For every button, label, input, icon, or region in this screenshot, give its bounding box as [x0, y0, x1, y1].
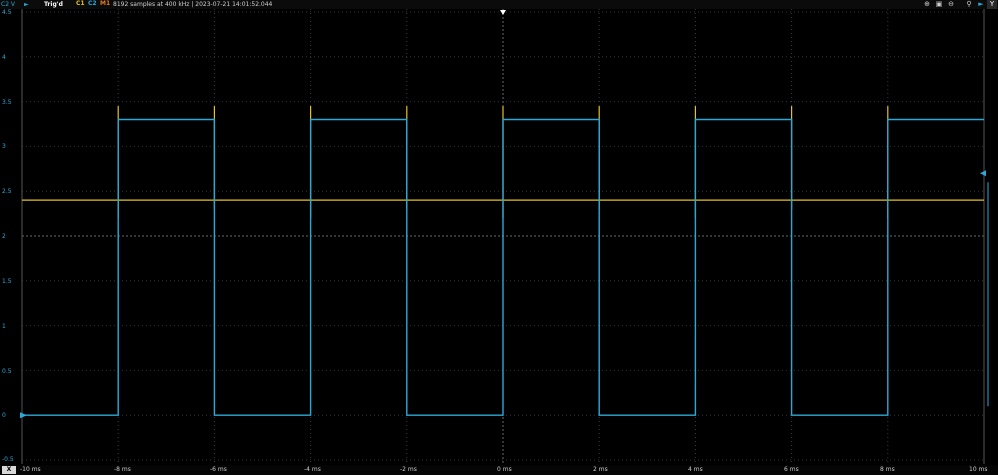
trigger-position-marker	[500, 10, 506, 15]
y-tick-label: 0	[2, 412, 6, 419]
x-tick-label: -2 ms	[400, 466, 417, 473]
x-tick-label: -4 ms	[304, 466, 321, 473]
x-tick-label: 8 ms	[880, 466, 895, 473]
y-tick-label: 2.5	[2, 188, 12, 195]
x-tick-label: 4 ms	[688, 466, 703, 473]
zoom-fit-icon[interactable]: ▣	[934, 0, 944, 9]
trigger-status: Trig'd	[44, 1, 63, 8]
play-icon[interactable]: ►	[24, 0, 29, 9]
x-tick-label: 10 ms	[969, 466, 988, 473]
channel-ground-marker	[20, 412, 27, 419]
zoom-out-icon[interactable]: ⊖	[946, 0, 956, 9]
y-tick-label: 4	[2, 54, 6, 61]
trigger-level-marker	[980, 170, 986, 177]
x-tick-label: 2 ms	[593, 466, 608, 473]
x-tick-label: -8 ms	[114, 466, 131, 473]
y-tick-label: 1.5	[2, 278, 12, 285]
y-tick-label: 1	[2, 323, 6, 330]
zoom-in-icon[interactable]: ⊕	[922, 0, 932, 9]
x-tick-label: 6 ms	[784, 466, 799, 473]
acquisition-info: 8192 samples at 400 kHz | 2023-07-21 14:…	[113, 1, 273, 8]
top-toolbar: C2 V ► Trig'd C1 C2 M1 8192 samples at 4…	[0, 0, 998, 9]
y-scale-label: C2 V	[1, 1, 16, 8]
y-tick-label: 3	[2, 143, 6, 150]
y-tick-label: 3.5	[2, 99, 12, 106]
x-tick-label: -6 ms	[210, 466, 227, 473]
waveform-plot[interactable]	[0, 0, 998, 465]
x-tick-label: -10 ms	[20, 466, 41, 473]
y-tick-label: 2	[2, 233, 6, 240]
y-tick-label: 0.5	[2, 368, 12, 375]
y-tick-label: 4.5	[2, 9, 12, 16]
right-arrow-icon[interactable]: ►	[976, 0, 986, 9]
x-axis-button[interactable]: X	[2, 466, 16, 474]
x-tick-label: 0 ms	[497, 466, 512, 473]
y-axis-button[interactable]: Y	[987, 0, 997, 9]
cursor-icon[interactable]: ⚲	[964, 0, 974, 9]
y-tick-label: -0.5	[2, 456, 14, 463]
x-axis-bar: X -10 ms -8 ms -6 ms -4 ms -2 ms 0 ms 2 …	[0, 465, 998, 475]
